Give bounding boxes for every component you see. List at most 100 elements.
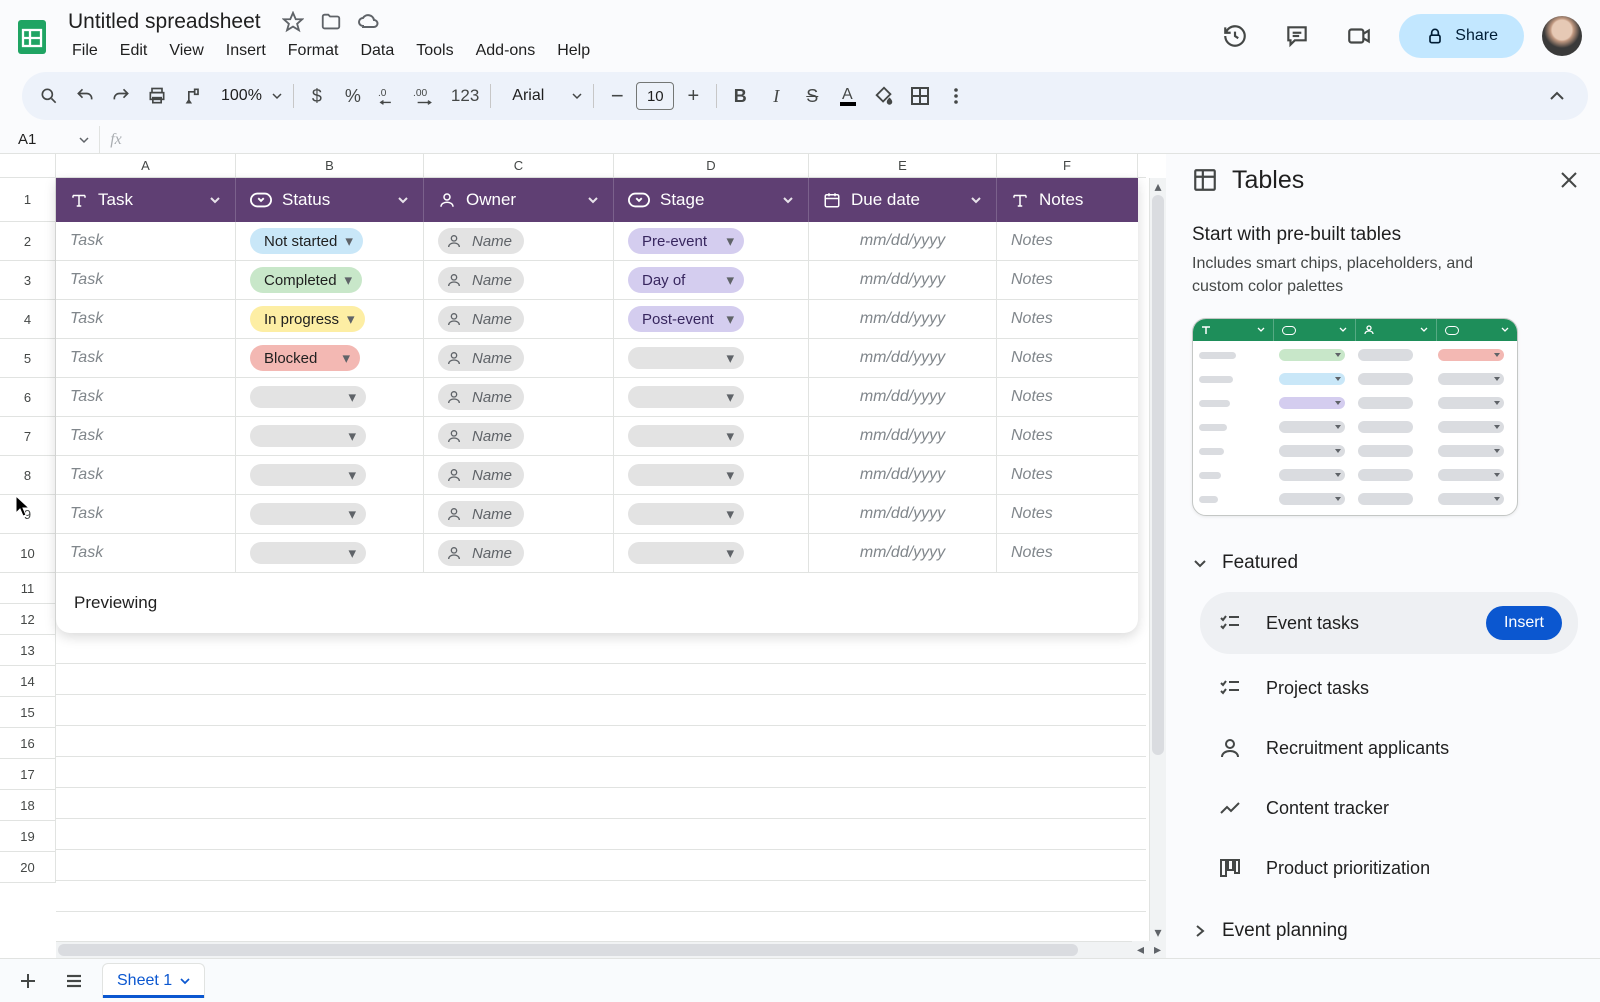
task-cell[interactable]: Task xyxy=(56,534,236,572)
owner-cell[interactable]: Name xyxy=(424,456,614,494)
more-tools-button[interactable] xyxy=(939,79,973,113)
row-header-7[interactable]: 7 xyxy=(0,417,56,456)
menu-insert[interactable]: Insert xyxy=(216,38,276,64)
task-cell[interactable]: Task xyxy=(56,378,236,416)
section-event-planning[interactable]: Event planning xyxy=(1192,920,1586,942)
owner-cell[interactable]: Name xyxy=(424,378,614,416)
menu-edit[interactable]: Edit xyxy=(110,38,158,64)
menu-format[interactable]: Format xyxy=(278,38,349,64)
scroll-thumb[interactable] xyxy=(1152,195,1164,755)
row-header-19[interactable]: 19 xyxy=(0,821,56,852)
folder-move-icon[interactable] xyxy=(319,10,343,34)
row-header-16[interactable]: 16 xyxy=(0,728,56,759)
task-cell[interactable]: Task xyxy=(56,339,236,377)
owner-chip[interactable]: Name xyxy=(438,306,524,332)
notes-cell[interactable]: Notes xyxy=(997,300,1138,338)
notes-cell[interactable]: Notes xyxy=(997,339,1138,377)
template-project-tasks[interactable]: Project tasks xyxy=(1200,662,1578,714)
stage-chip[interactable]: Pre-event▾ xyxy=(628,228,744,254)
owner-cell[interactable]: Name xyxy=(424,534,614,572)
owner-chip[interactable]: Name xyxy=(438,267,524,293)
task-cell[interactable]: Task xyxy=(56,300,236,338)
owner-cell[interactable]: Name xyxy=(424,495,614,533)
template-content-tracker[interactable]: Content tracker xyxy=(1200,782,1578,834)
fill-color-button[interactable] xyxy=(867,79,901,113)
sheet-tab-1[interactable]: Sheet 1 xyxy=(102,963,205,998)
row-header-8[interactable]: 8 xyxy=(0,456,56,495)
history-icon[interactable] xyxy=(1213,14,1257,58)
owner-cell[interactable]: Name xyxy=(424,222,614,260)
col-header-D[interactable]: D xyxy=(614,154,809,177)
row-header-20[interactable]: 20 xyxy=(0,852,56,883)
vertical-scrollbar[interactable]: ▴ ▾ xyxy=(1149,178,1166,941)
chevron-down-icon[interactable] xyxy=(397,194,409,206)
col-notes-header[interactable]: Notes xyxy=(997,178,1138,222)
menu-addons[interactable]: Add-ons xyxy=(466,38,546,64)
chevron-down-icon[interactable] xyxy=(587,194,599,206)
owner-chip[interactable]: Name xyxy=(438,462,524,488)
status-chip-empty[interactable]: ▾ xyxy=(250,503,366,525)
undo-button[interactable] xyxy=(68,79,102,113)
notes-cell[interactable]: Notes xyxy=(997,534,1138,572)
bold-button[interactable]: B xyxy=(723,79,757,113)
section-featured[interactable]: Featured xyxy=(1192,552,1586,574)
share-button[interactable]: Share xyxy=(1399,14,1524,58)
percent-button[interactable]: % xyxy=(336,79,370,113)
task-cell[interactable]: Task xyxy=(56,456,236,494)
status-chip-empty[interactable]: ▾ xyxy=(250,425,366,447)
increase-fontsize-button[interactable]: + xyxy=(676,79,710,113)
row-header-17[interactable]: 17 xyxy=(0,759,56,790)
status-chip[interactable]: Blocked▾ xyxy=(250,345,360,371)
row-header-10[interactable]: 10 xyxy=(0,534,56,573)
select-all-corner[interactable] xyxy=(0,154,56,178)
row-header-14[interactable]: 14 xyxy=(0,666,56,697)
status-chip-empty[interactable]: ▾ xyxy=(250,542,366,564)
row-header-13[interactable]: 13 xyxy=(0,635,56,666)
due-cell[interactable]: mm/dd/yyyy xyxy=(809,339,997,377)
stage-chip-empty[interactable]: ▾ xyxy=(628,503,744,525)
scroll-up-icon[interactable]: ▴ xyxy=(1150,178,1166,195)
col-task-header[interactable]: Task xyxy=(56,178,236,222)
increase-decimal-button[interactable]: .00 xyxy=(408,79,444,113)
owner-chip[interactable]: Name xyxy=(438,228,524,254)
notes-cell[interactable]: Notes xyxy=(997,261,1138,299)
template-event-tasks[interactable]: Event tasks Insert xyxy=(1200,592,1578,654)
cloud-status-icon[interactable] xyxy=(357,10,381,34)
scroll-right-icon[interactable]: ▸ xyxy=(1149,941,1166,958)
strikethrough-button[interactable]: S xyxy=(795,79,829,113)
formula-input[interactable] xyxy=(132,126,1600,153)
row-header-3[interactable]: 3 xyxy=(0,261,56,300)
chevron-down-icon[interactable] xyxy=(970,194,982,206)
owner-cell[interactable]: Name xyxy=(424,339,614,377)
chevron-down-icon[interactable] xyxy=(209,194,221,206)
currency-button[interactable]: $ xyxy=(300,79,334,113)
status-chip[interactable]: Not started▾ xyxy=(250,228,363,254)
comments-icon[interactable] xyxy=(1275,14,1319,58)
col-due-header[interactable]: Due date xyxy=(809,178,997,222)
italic-button[interactable]: I xyxy=(759,79,793,113)
due-cell[interactable]: mm/dd/yyyy xyxy=(809,300,997,338)
task-cell[interactable]: Task xyxy=(56,222,236,260)
owner-chip[interactable]: Name xyxy=(438,384,524,410)
row-header-4[interactable]: 4 xyxy=(0,300,56,339)
owner-cell[interactable]: Name xyxy=(424,261,614,299)
zoom-select[interactable]: 100% xyxy=(212,79,287,113)
row-header-9[interactable]: 9 xyxy=(0,495,56,534)
print-button[interactable] xyxy=(140,79,174,113)
stage-chip[interactable]: Post-event▾ xyxy=(628,306,744,332)
due-cell[interactable]: mm/dd/yyyy xyxy=(809,456,997,494)
notes-cell[interactable]: Notes xyxy=(997,222,1138,260)
col-header-B[interactable]: B xyxy=(236,154,424,177)
menu-view[interactable]: View xyxy=(159,38,213,64)
scroll-thumb[interactable] xyxy=(58,944,1078,956)
row-header-15[interactable]: 15 xyxy=(0,697,56,728)
status-chip-empty[interactable]: ▾ xyxy=(250,386,366,408)
document-title[interactable]: Untitled spreadsheet xyxy=(62,8,267,36)
owner-cell[interactable]: Name xyxy=(424,417,614,455)
col-header-A[interactable]: A xyxy=(56,154,236,177)
decrease-fontsize-button[interactable]: − xyxy=(600,79,634,113)
task-cell[interactable]: Task xyxy=(56,495,236,533)
status-chip[interactable]: In progress▾ xyxy=(250,306,365,332)
paint-format-button[interactable] xyxy=(176,79,210,113)
col-header-F[interactable]: F xyxy=(997,154,1138,177)
